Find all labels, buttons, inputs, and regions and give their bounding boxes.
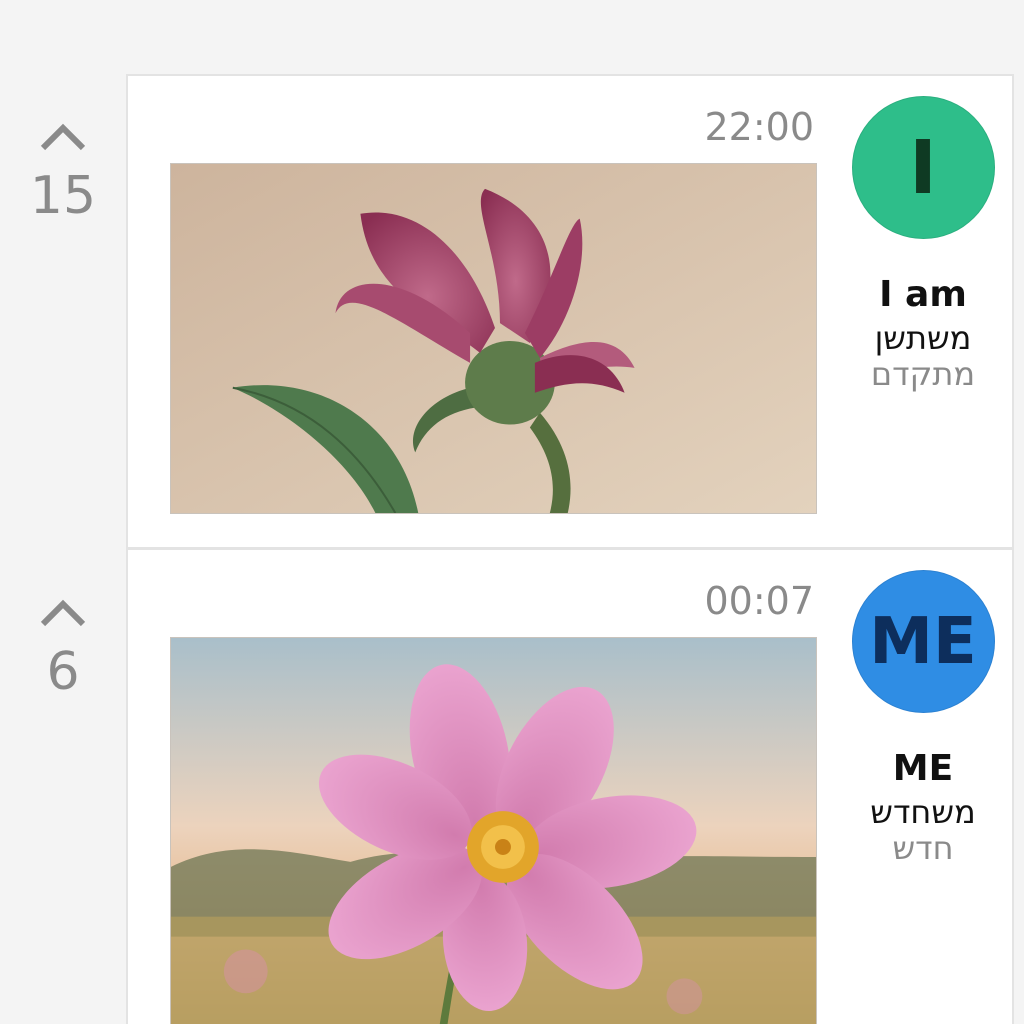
vote-count: 6 [46, 642, 80, 702]
author-level: מתקדם [870, 354, 976, 393]
avatar[interactable]: ME [851, 570, 995, 713]
chevron-up-icon[interactable] [38, 120, 88, 156]
post-image[interactable] [170, 637, 817, 1024]
author-panel: I I am משתשן מתקדם [850, 96, 996, 392]
author-rank: משחדש [870, 792, 976, 831]
lily-flower-image [171, 164, 816, 513]
post-card: 22:00 I I am משתשן מתקדם [126, 74, 1014, 549]
post-image[interactable] [170, 163, 817, 514]
author-rank: משתשן [874, 318, 972, 357]
avatar-initials: I [909, 124, 937, 211]
cosmos-flower-image [171, 638, 816, 1024]
post-card: 00:07 ME ME משחדש חדש [126, 548, 1014, 1024]
post-timestamp: 22:00 [704, 105, 814, 149]
author-panel: ME ME משחדש חדש [850, 570, 996, 866]
avatar-initials: ME [869, 604, 977, 679]
author-name[interactable]: ME [893, 749, 953, 789]
author-name[interactable]: I am [879, 275, 967, 315]
author-level: חדש [892, 828, 954, 867]
vote-count: 15 [29, 166, 97, 226]
vote-column: 6 [0, 596, 126, 698]
post-feed: 15 22:00 I I am משתשן מתקדם 6 00:07 ME M… [0, 0, 1024, 1024]
avatar[interactable]: I [851, 96, 995, 239]
post-timestamp: 00:07 [704, 579, 814, 623]
vote-column: 15 [0, 120, 126, 222]
chevron-up-icon[interactable] [38, 596, 88, 632]
